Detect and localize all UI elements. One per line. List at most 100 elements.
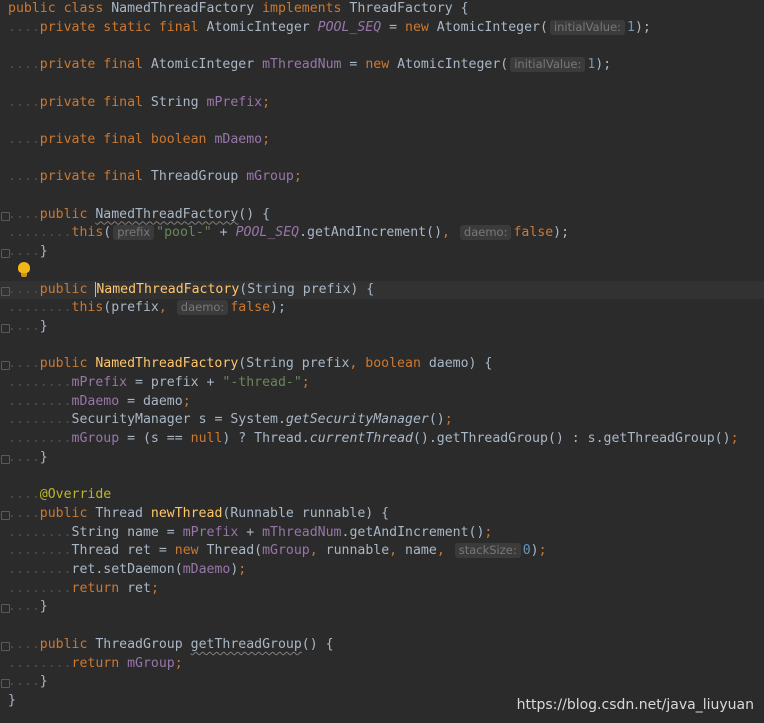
fold-marker-icon[interactable]: [1, 604, 10, 614]
code-line[interactable]: ....}: [0, 673, 764, 692]
code-line[interactable]: ........this(prefix, daemo: false);: [0, 299, 764, 318]
code-line[interactable]: ....public NamedThreadFactory(String pre…: [0, 355, 764, 374]
watermark: https://blog.csdn.net/java_liuyuan: [516, 697, 754, 713]
code-token: mDaemo: [182, 562, 231, 577]
code-line[interactable]: [0, 37, 764, 56]
code-line[interactable]: ....@Override: [0, 486, 764, 505]
code-editor[interactable]: public class NamedThreadFactory implemen…: [0, 0, 764, 723]
fold-marker-icon[interactable]: [1, 361, 10, 371]
code-line[interactable]: [0, 468, 764, 487]
code-token: ) ? Thread.: [222, 431, 310, 447]
code-token: ........: [8, 225, 72, 241]
code-token: null: [190, 431, 223, 447]
code-token: ....: [8, 169, 40, 185]
code-line[interactable]: [0, 337, 764, 356]
code-line[interactable]: ........Thread ret = new Thread(mGroup, …: [0, 542, 764, 561]
code-line[interactable]: ....public Thread newThread(Runnable run…: [0, 505, 764, 524]
code-line[interactable]: ....public NamedThreadFactory() {: [0, 206, 764, 225]
code-line[interactable]: ........ret.setDaemon(mDaemo);: [0, 561, 764, 580]
code-token: = prefix +: [127, 375, 223, 390]
code-line[interactable]: [0, 150, 764, 169]
code-token: "-thread-": [222, 375, 302, 390]
fold-marker-icon[interactable]: [1, 454, 10, 464]
code-line[interactable]: ....public NamedThreadFactory(String pre…: [0, 280, 764, 300]
code-line[interactable]: [0, 75, 764, 94]
code-line[interactable]: ....}: [0, 318, 764, 337]
code-token: mPrefix: [206, 94, 263, 110]
code-token: ret: [127, 580, 151, 596]
code-line[interactable]: ........return ret;: [0, 580, 764, 599]
code-token: =: [341, 57, 366, 73]
code-token: ThreadGroup: [150, 169, 247, 185]
code-token: ....: [8, 131, 40, 147]
code-token: newThread: [150, 505, 223, 521]
fold-marker-icon[interactable]: [1, 211, 10, 221]
code-token: ;: [174, 655, 183, 671]
code-token: );: [553, 225, 570, 241]
code-line[interactable]: ....}: [0, 243, 764, 262]
code-line[interactable]: ........SecurityManager s = System.getSe…: [0, 411, 764, 430]
code-token: (Runnable runnable) {: [222, 505, 390, 521]
code-line[interactable]: ....public ThreadGroup getThreadGroup() …: [0, 636, 764, 655]
code-token: ........: [8, 562, 72, 577]
code-token: ;: [262, 131, 271, 147]
code-token: String name =: [71, 524, 183, 540]
code-token: ........: [8, 393, 72, 409]
code-token: (: [103, 225, 112, 241]
code-token: ,: [389, 543, 406, 559]
code-line[interactable]: ....}: [0, 598, 764, 617]
code-line[interactable]: ........mGroup = (s == null) ? Thread.cu…: [0, 430, 764, 449]
code-line[interactable]: [0, 112, 764, 131]
code-line[interactable]: ....private static final AtomicInteger P…: [0, 19, 764, 38]
code-token: private final: [39, 94, 151, 110]
code-token: ThreadFactory {: [349, 1, 469, 16]
code-line[interactable]: [0, 262, 764, 281]
fold-marker-icon[interactable]: [1, 323, 10, 333]
code-token: ThreadGroup: [95, 636, 191, 652]
code-token: ): [530, 543, 539, 559]
code-token: ;: [182, 393, 191, 409]
code-token: ....: [8, 505, 40, 521]
code-token: mPrefix: [182, 524, 239, 540]
code-token: ;: [538, 543, 547, 559]
code-token: ().getThreadGroup() : s.getThreadGroup(): [412, 431, 731, 447]
code-token: () {: [301, 636, 334, 652]
lightbulb-icon[interactable]: [18, 262, 30, 278]
code-token: (String prefix: [238, 356, 350, 372]
code-token: ....: [8, 244, 40, 260]
code-line[interactable]: ........this(prefix "pool-" + POOL_SEQ.ge…: [0, 224, 764, 243]
code-token: POOL_SEQ: [235, 225, 300, 241]
fold-marker-icon[interactable]: [1, 510, 10, 520]
code-line[interactable]: ....private final String mPrefix;: [0, 94, 764, 113]
code-token: +: [238, 524, 263, 540]
code-token: (): [428, 412, 445, 428]
code-token: ....: [8, 57, 40, 73]
code-line[interactable]: ....}: [0, 449, 764, 468]
code-token: NamedThreadFactory: [111, 1, 263, 16]
code-line[interactable]: ....private final boolean mDaemo;: [0, 131, 764, 150]
code-token: private final boolean: [39, 131, 215, 147]
code-line[interactable]: ........mPrefix = prefix + "-thread-";: [0, 374, 764, 393]
code-line[interactable]: [0, 617, 764, 636]
parameter-hint: initialValue:: [549, 19, 626, 35]
code-token: ....: [8, 206, 40, 222]
fold-marker-icon[interactable]: [1, 249, 10, 259]
code-token: public: [39, 505, 96, 521]
fold-marker-icon[interactable]: [1, 286, 10, 296]
code-line[interactable]: ........mDaemo = daemo;: [0, 393, 764, 412]
code-line[interactable]: ........return mGroup;: [0, 655, 764, 674]
code-token: ....: [8, 318, 40, 334]
code-line[interactable]: public class NamedThreadFactory implemen…: [0, 0, 764, 19]
code-line[interactable]: ....private final ThreadGroup mGroup;: [0, 168, 764, 187]
code-token: getSecurityManager: [285, 412, 429, 428]
code-line[interactable]: ........String name = mPrefix + mThreadN…: [0, 524, 764, 543]
fold-marker-icon[interactable]: [1, 679, 10, 689]
code-token: Thread ret =: [71, 543, 175, 559]
code-token: }: [39, 449, 48, 465]
code-token: public: [39, 356, 96, 372]
code-line[interactable]: ....private final AtomicInteger mThreadN…: [0, 56, 764, 75]
code-token: ....: [8, 487, 40, 503]
fold-marker-icon[interactable]: [1, 641, 10, 651]
code-line[interactable]: [0, 187, 764, 206]
code-token: ........: [8, 375, 72, 390]
